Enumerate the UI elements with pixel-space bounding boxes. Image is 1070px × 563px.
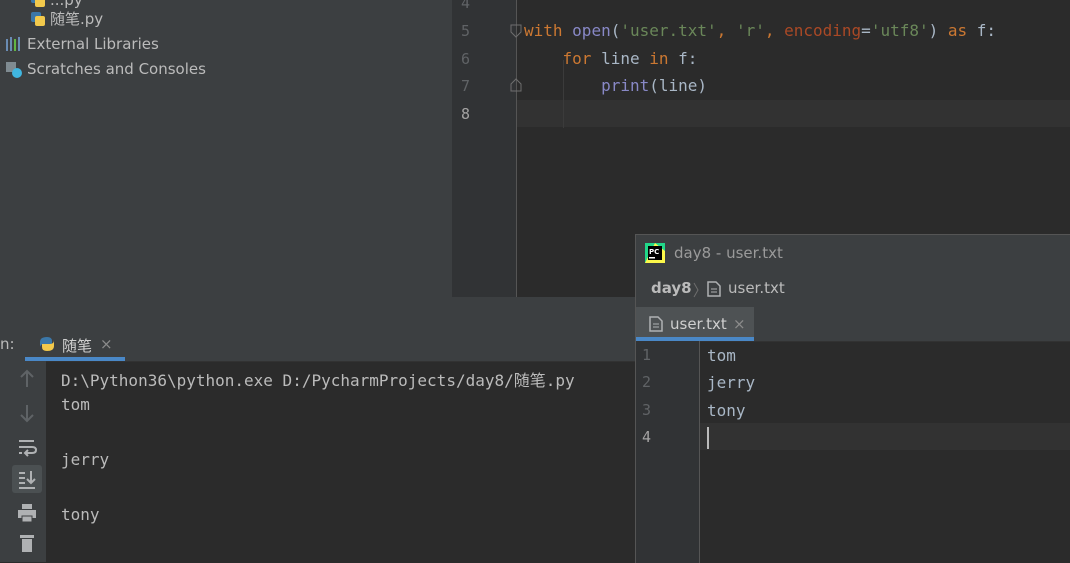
line-number: 6 — [460, 50, 470, 68]
line-number: 1 — [642, 346, 652, 364]
line-number: 5 — [460, 22, 470, 40]
line-number: 8 — [460, 105, 470, 123]
libraries-icon — [6, 37, 20, 51]
line-number: 2 — [642, 373, 652, 391]
tree-item-label: External Libraries — [27, 35, 159, 53]
caret-row-highlight — [700, 423, 1070, 450]
window-title-bar[interactable]: PC day8 - user.txt — [636, 235, 1070, 271]
soft-wrap-button[interactable] — [12, 433, 42, 461]
line-number: 7 — [460, 77, 470, 95]
tree-item-label: Scratches and Consoles — [27, 60, 206, 78]
up-arrow-icon — [20, 369, 34, 387]
console-line: tom — [61, 395, 90, 414]
pycharm-icon: PC — [645, 243, 665, 263]
console-line: jerry — [61, 450, 110, 469]
editor-gutter: 1 2 3 4 — [636, 341, 700, 563]
python-file-icon — [40, 337, 54, 351]
up-arrow-button[interactable] — [12, 365, 42, 393]
line-number: 4 — [642, 428, 652, 446]
python-file-icon — [31, 12, 45, 26]
caret-row-highlight — [517, 100, 1070, 127]
tab-label: user.txt — [670, 315, 727, 333]
soft-wrap-icon — [19, 440, 38, 457]
down-arrow-icon — [20, 405, 34, 423]
console-line: tony — [61, 505, 100, 524]
chevron-right-icon — [693, 282, 699, 298]
run-tab-label: 随笔 — [62, 337, 93, 355]
breadcrumb-file[interactable]: user.txt — [728, 279, 785, 297]
close-icon[interactable]: × — [100, 335, 113, 353]
text-file-icon — [707, 281, 721, 297]
svg-text:PC: PC — [649, 248, 659, 256]
breadcrumb: day8 user.txt — [636, 271, 1070, 307]
breadcrumb-project[interactable]: day8 — [651, 279, 692, 297]
text-line: tom — [707, 346, 736, 365]
line-number: 4 — [460, 0, 470, 12]
close-icon[interactable]: × — [733, 315, 746, 333]
fold-end-icon[interactable] — [510, 78, 522, 92]
text-editor[interactable]: 1 2 3 4 tom jerry tony — [636, 341, 1070, 563]
down-arrow-button[interactable] — [12, 399, 42, 427]
code-line-6: for line in f: — [562, 49, 698, 68]
print-button[interactable] — [12, 499, 42, 527]
window-title: day8 - user.txt — [674, 244, 783, 262]
run-tab[interactable]: 随笔 × — [25, 327, 125, 361]
clear-all-button[interactable] — [12, 529, 42, 557]
console-line: D:\Python36\python.exe D:/PycharmProject… — [61, 371, 575, 390]
text-caret — [707, 427, 709, 449]
text-line: tony — [707, 401, 746, 420]
tree-item-label: 随笔.py — [50, 10, 104, 28]
floating-editor-window: PC day8 - user.txt day8 user.txt user.tx… — [635, 234, 1070, 563]
tab-user-txt[interactable]: user.txt × — [636, 307, 754, 341]
code-line-7: print(line) — [601, 76, 708, 95]
run-panel-label: n: — [0, 335, 15, 353]
editor-tab-bar: user.txt × — [636, 307, 1070, 342]
run-toolbar — [0, 361, 46, 562]
text-line: jerry — [707, 373, 756, 392]
print-icon — [18, 504, 36, 523]
python-file-icon — [31, 0, 45, 7]
fold-icon[interactable] — [510, 24, 522, 38]
scratches-icon — [6, 62, 22, 78]
scroll-to-end-icon — [19, 471, 36, 489]
line-number: 3 — [642, 401, 652, 419]
text-file-icon — [649, 316, 663, 332]
code-line-5: with open('user.txt', 'r', encoding='utf… — [524, 21, 997, 40]
scroll-to-end-button[interactable] — [12, 465, 42, 493]
project-panel: ...py 随笔.py External Libraries Scratches… — [0, 0, 452, 327]
trash-icon — [20, 535, 34, 552]
editor-gutter: 4 5 6 7 8 — [452, 0, 522, 297]
